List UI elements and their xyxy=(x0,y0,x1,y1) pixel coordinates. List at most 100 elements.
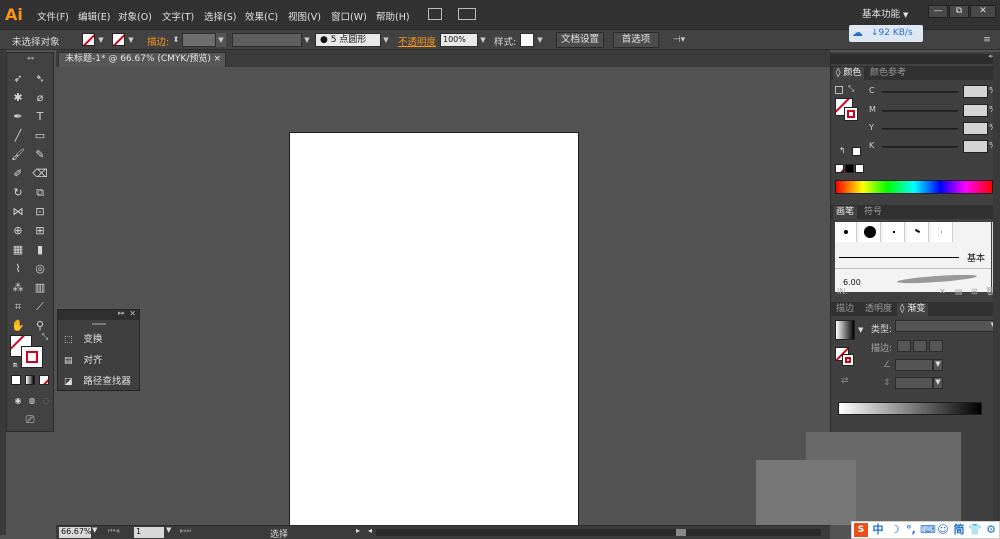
variable-width-select[interactable] xyxy=(232,33,302,47)
zoom-input[interactable]: 66.67% xyxy=(59,527,92,538)
eraser-tool-icon[interactable]: ⌫ xyxy=(32,166,48,181)
out-of-gamut-icon[interactable]: ↰ xyxy=(839,146,846,155)
channel-c-input[interactable] xyxy=(963,85,988,98)
horizontal-scrollbar[interactable] xyxy=(376,529,821,536)
last-page-icon[interactable]: ▸⏭ xyxy=(180,526,191,536)
style-swatch[interactable] xyxy=(520,33,534,47)
ime-logo-icon[interactable]: S xyxy=(854,523,868,537)
document-settings-button[interactable]: 文档设置 xyxy=(556,32,604,48)
tab-stroke[interactable]: 描边 xyxy=(833,303,857,316)
punctuation-icon[interactable]: °, xyxy=(904,523,918,537)
scale-tool-icon[interactable]: ⧉ xyxy=(32,185,48,200)
selection-tool-icon[interactable]: ➶ xyxy=(10,71,26,86)
dock-header[interactable]: ◂◂ xyxy=(831,52,999,64)
direct-selection-tool-icon[interactable]: ➴ xyxy=(32,71,48,86)
gradient-mode-icon[interactable] xyxy=(25,375,35,385)
brush-cell[interactable] xyxy=(835,222,857,242)
chevron-down-icon[interactable]: ▼ xyxy=(858,326,863,334)
stepper-icon[interactable]: ⬍ xyxy=(171,33,181,47)
chevron-down-icon[interactable]: ▼ xyxy=(126,33,136,47)
chevron-down-icon[interactable]: ▼ xyxy=(96,33,106,47)
tab-symbols[interactable]: 符号 xyxy=(861,206,885,219)
none-swatch[interactable] xyxy=(835,164,844,173)
magic-wand-tool-icon[interactable]: ✱ xyxy=(10,90,26,105)
first-page-icon[interactable]: ⏮◂ xyxy=(108,526,119,536)
close-button[interactable]: ✕ xyxy=(970,5,996,18)
stroke-across-icon[interactable] xyxy=(929,340,943,352)
perspective-grid-tool-icon[interactable]: ⊞ xyxy=(32,223,48,238)
swap-icon[interactable]: ⤡ xyxy=(37,329,53,344)
menu-select[interactable]: 选择(S) xyxy=(204,9,236,23)
chevron-down-icon[interactable]: ▼ xyxy=(92,526,97,534)
gear-icon[interactable]: ⚙ xyxy=(984,523,998,537)
blend-tool-icon[interactable]: ◎ xyxy=(32,261,48,276)
brush-cell[interactable] xyxy=(883,222,905,242)
brush-cell[interactable] xyxy=(907,222,929,242)
angle-input[interactable] xyxy=(895,359,933,371)
chevron-down-icon[interactable]: ▼ xyxy=(216,33,226,47)
stroke-weight-input[interactable] xyxy=(182,33,216,47)
aspect-ratio-input[interactable] xyxy=(895,377,933,389)
free-transform-tool-icon[interactable]: ⊡ xyxy=(32,204,48,219)
none-mode-icon[interactable] xyxy=(39,375,49,385)
menu-window[interactable]: 窗口(W) xyxy=(331,9,367,23)
chevron-down-icon[interactable]: ▼ xyxy=(478,33,488,47)
line-tool-icon[interactable]: ╱ xyxy=(10,128,26,143)
screen-mode-icon[interactable]: ⎚ xyxy=(20,412,40,427)
fill-swatch[interactable] xyxy=(82,33,95,46)
collapse-icon[interactable]: ▸▸ xyxy=(118,309,125,317)
opacity-input[interactable]: 100% xyxy=(440,33,478,47)
width-tool-icon[interactable]: ⋈ xyxy=(10,204,26,219)
brush-stroke-preview[interactable] xyxy=(896,273,978,285)
chevron-down-icon[interactable]: ▼ xyxy=(933,359,943,371)
tab-transparency[interactable]: 透明度 xyxy=(862,303,895,316)
brush-select[interactable]: ● 5 点圆形 xyxy=(315,33,381,47)
arrange-icon[interactable]: ⊣▾ xyxy=(669,33,689,47)
close-icon[interactable]: ✕ xyxy=(129,309,136,318)
brush-cell[interactable] xyxy=(931,222,953,242)
channel-c-slider[interactable] xyxy=(882,91,958,93)
lasso-tool-icon[interactable]: ⌀ xyxy=(32,90,48,105)
artboard[interactable] xyxy=(289,132,579,527)
maximize-button[interactable]: ⧉ xyxy=(949,5,969,18)
gradient-slider[interactable] xyxy=(838,402,982,415)
menu-text[interactable]: 文字(T) xyxy=(162,9,194,23)
preferences-button[interactable]: 首选项 xyxy=(613,32,659,48)
close-icon[interactable]: × xyxy=(213,53,221,66)
rotate-tool-icon[interactable]: ↻ xyxy=(10,185,26,200)
stroke-along-icon[interactable] xyxy=(913,340,927,352)
ime-simplified-toggle[interactable]: 简 xyxy=(952,523,966,537)
default-colors-icon[interactable]: ⧈ xyxy=(7,357,23,372)
gradient-stroke-swatch[interactable] xyxy=(842,354,854,366)
tab-brushes[interactable]: 画笔 xyxy=(833,206,858,219)
keyboard-icon[interactable]: ⌨ xyxy=(920,523,936,537)
new-brush-icon[interactable]: ⊞ xyxy=(971,287,978,296)
options-icon[interactable]: ▤ xyxy=(955,287,963,296)
menu-view[interactable]: 视图(V) xyxy=(288,9,321,23)
mesh-tool-icon[interactable]: ▦ xyxy=(10,242,26,257)
type-tool-icon[interactable]: T xyxy=(32,109,48,124)
color-mode-icon[interactable] xyxy=(11,375,21,385)
status-arrow-icon[interactable]: ▸ xyxy=(356,526,360,535)
draw-inside-icon[interactable]: ◌ xyxy=(38,393,54,408)
channel-m-slider[interactable] xyxy=(882,110,958,112)
pathfinder-item[interactable]: ◪ 路径查找器 xyxy=(64,373,131,387)
chevron-down-icon[interactable]: ▼ xyxy=(933,377,943,389)
chevron-down-icon[interactable]: ▼ xyxy=(302,33,312,47)
transform-item[interactable]: ⬚ 变换 xyxy=(64,331,102,345)
hand-tool-icon[interactable]: ✋ xyxy=(10,318,26,333)
drag-handle[interactable] xyxy=(92,323,106,325)
tab-color-guide[interactable]: 颜色参考 xyxy=(867,67,909,80)
tab-color[interactable]: ◊ 颜色 xyxy=(833,67,865,80)
column-graph-tool-icon[interactable]: ▥ xyxy=(32,280,48,295)
chevron-down-icon[interactable]: ▼ xyxy=(535,33,545,47)
channel-m-input[interactable] xyxy=(963,104,988,117)
chevron-down-icon[interactable]: ▼ xyxy=(381,33,391,47)
white-swatch[interactable] xyxy=(855,164,864,173)
arrange-documents-icon[interactable] xyxy=(458,8,476,20)
artboard-tool-icon[interactable]: ⌗ xyxy=(10,299,26,314)
minimize-button[interactable]: — xyxy=(928,5,948,18)
reverse-gradient-icon[interactable]: ⇄ xyxy=(841,376,849,386)
stroke-color-swatch[interactable] xyxy=(21,346,43,368)
moon-icon[interactable]: ☽ xyxy=(888,523,902,537)
